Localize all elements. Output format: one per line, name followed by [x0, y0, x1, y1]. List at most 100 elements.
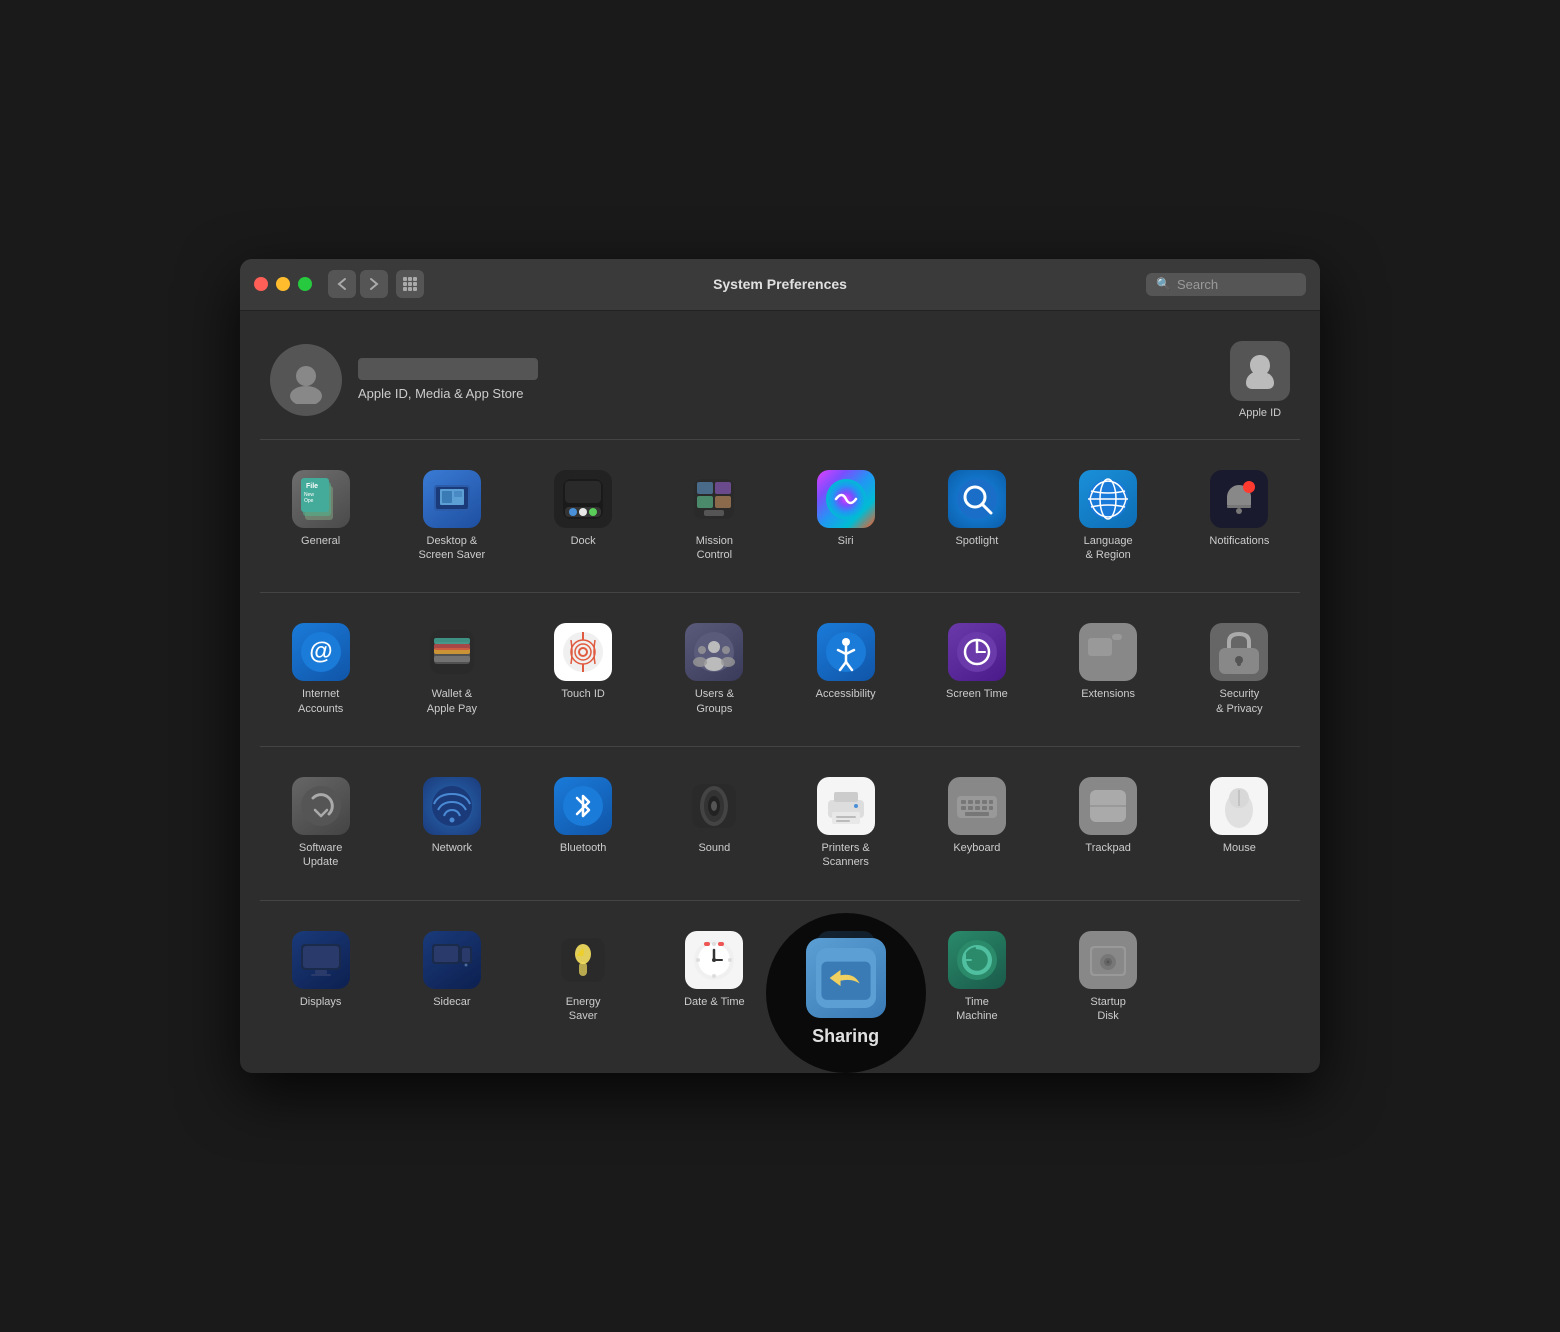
pref-item-network[interactable]: Network — [391, 767, 512, 880]
pref-label-sidecar: Sidecar — [433, 995, 470, 1009]
security-icon — [1210, 623, 1268, 681]
section-hardware: @ InternetAccounts — [260, 613, 1300, 747]
pref-label-notifications: Notifications — [1209, 534, 1269, 548]
pref-item-general[interactable]: File New Ope General — [260, 460, 381, 573]
siri-icon — [817, 470, 875, 528]
sound-icon — [685, 777, 743, 835]
wallet-icon — [423, 623, 481, 681]
pref-item-notifications[interactable]: Notifications — [1179, 460, 1300, 573]
pref-item-sound[interactable]: Sound — [654, 767, 775, 880]
pref-label-trackpad: Trackpad — [1085, 841, 1130, 855]
pref-grid-network: SoftwareUpdate Network — [260, 767, 1300, 880]
pref-item-internet[interactable]: @ InternetAccounts — [260, 613, 381, 726]
system-preferences-window: System Preferences 🔍 Apple ID, Media & A… — [240, 259, 1320, 1073]
apple-id-section: Apple ID, Media & App Store Apple ID — [260, 331, 1300, 440]
pref-label-startup: StartupDisk — [1090, 995, 1125, 1024]
svg-text:File: File — [306, 483, 318, 490]
pref-item-bluetooth[interactable]: Bluetooth — [523, 767, 644, 880]
pref-label-mission: MissionControl — [696, 534, 733, 563]
forward-button[interactable] — [360, 270, 388, 298]
pref-grid-personal: File New Ope General — [260, 460, 1300, 573]
back-button[interactable] — [328, 270, 356, 298]
mission-icon — [685, 470, 743, 528]
pref-label-touchid: Touch ID — [561, 687, 604, 701]
pref-label-timemachine: TimeMachine — [956, 995, 998, 1024]
sidecar-icon — [423, 931, 481, 989]
pref-item-energy[interactable]: EnergySaver — [523, 921, 644, 1034]
pref-label-displays: Displays — [300, 995, 342, 1009]
section-system: Displays Sidecar — [260, 921, 1300, 1054]
maximize-button[interactable] — [298, 277, 312, 291]
software-icon — [292, 777, 350, 835]
pref-item-extensions[interactable]: Extensions — [1048, 613, 1169, 726]
notifications-icon — [1210, 470, 1268, 528]
pref-label-screentime: Screen Time — [946, 687, 1008, 701]
pref-label-bluetooth: Bluetooth — [560, 841, 606, 855]
user-info: Apple ID, Media & App Store — [358, 358, 538, 401]
extensions-icon — [1079, 623, 1137, 681]
content: Apple ID, Media & App Store Apple ID — [240, 311, 1320, 1073]
pref-label-language: Language& Region — [1084, 534, 1133, 563]
pref-item-desktop[interactable]: Desktop &Screen Saver — [391, 460, 512, 573]
internet-icon: @ — [292, 623, 350, 681]
pref-item-trackpad[interactable]: Trackpad — [1048, 767, 1169, 880]
network-icon — [423, 777, 481, 835]
spotlight-icon — [948, 470, 1006, 528]
pref-item-mouse[interactable]: Mouse — [1179, 767, 1300, 880]
accessibility-icon — [817, 623, 875, 681]
apple-id-label: Apple ID — [1239, 407, 1281, 419]
pref-item-sharing[interactable]: Sharing Sharing — [785, 921, 906, 1034]
pref-item-printers[interactable]: Printers &Scanners — [785, 767, 906, 880]
pref-grid-hardware: @ InternetAccounts — [260, 613, 1300, 726]
mouse-icon — [1210, 777, 1268, 835]
pref-label-siri: Siri — [838, 534, 854, 548]
pref-item-accessibility[interactable]: Accessibility — [785, 613, 906, 726]
search-icon: 🔍 — [1156, 277, 1171, 291]
search-input[interactable] — [1177, 277, 1296, 292]
users-icon — [685, 623, 743, 681]
pref-item-security[interactable]: Security& Privacy — [1179, 613, 1300, 726]
general-icon: File New Ope — [292, 470, 350, 528]
pref-item-software[interactable]: SoftwareUpdate — [260, 767, 381, 880]
pref-item-touchid[interactable]: Touch ID — [523, 613, 644, 726]
language-icon — [1079, 470, 1137, 528]
svg-text:Ope: Ope — [304, 498, 314, 504]
user-subtitle: Apple ID, Media & App Store — [358, 386, 538, 401]
pref-label-extensions: Extensions — [1081, 687, 1135, 701]
pref-item-displays[interactable]: Displays — [260, 921, 381, 1034]
pref-item-language[interactable]: Language& Region — [1048, 460, 1169, 573]
section-personal: File New Ope General — [260, 460, 1300, 594]
grid-view-button[interactable] — [396, 270, 424, 298]
pref-item-mission[interactable]: MissionControl — [654, 460, 775, 573]
keyboard-icon — [948, 777, 1006, 835]
search-box[interactable]: 🔍 — [1146, 273, 1306, 296]
pref-item-keyboard[interactable]: Keyboard — [916, 767, 1037, 880]
apple-id-icon — [1230, 341, 1290, 401]
minimize-button[interactable] — [276, 277, 290, 291]
pref-item-sidecar[interactable]: Sidecar — [391, 921, 512, 1034]
apple-id-icon-box[interactable]: Apple ID — [1230, 341, 1290, 419]
pref-label-energy: EnergySaver — [566, 995, 601, 1024]
timemachine-icon — [948, 931, 1006, 989]
pref-item-empty — [1179, 921, 1300, 1034]
sharing-big-icon — [806, 938, 886, 1018]
pref-item-dock[interactable]: Dock — [523, 460, 644, 573]
avatar — [270, 344, 342, 416]
pref-item-datetime[interactable]: Date & Time — [654, 921, 775, 1034]
screentime-icon — [948, 623, 1006, 681]
pref-item-siri[interactable]: Siri — [785, 460, 906, 573]
pref-label-software: SoftwareUpdate — [299, 841, 342, 870]
traffic-lights — [254, 277, 312, 291]
pref-item-spotlight[interactable]: Spotlight — [916, 460, 1037, 573]
energy-icon — [554, 931, 612, 989]
pref-label-mouse: Mouse — [1223, 841, 1256, 855]
pref-item-timemachine[interactable]: TimeMachine — [916, 921, 1037, 1034]
datetime-icon — [685, 931, 743, 989]
pref-item-screentime[interactable]: Screen Time — [916, 613, 1037, 726]
pref-item-users[interactable]: Users &Groups — [654, 613, 775, 726]
trackpad-icon — [1079, 777, 1137, 835]
sharing-spotlight-label: Sharing — [812, 1026, 879, 1047]
close-button[interactable] — [254, 277, 268, 291]
pref-item-wallet[interactable]: Wallet &Apple Pay — [391, 613, 512, 726]
pref-item-startup[interactable]: StartupDisk — [1048, 921, 1169, 1034]
